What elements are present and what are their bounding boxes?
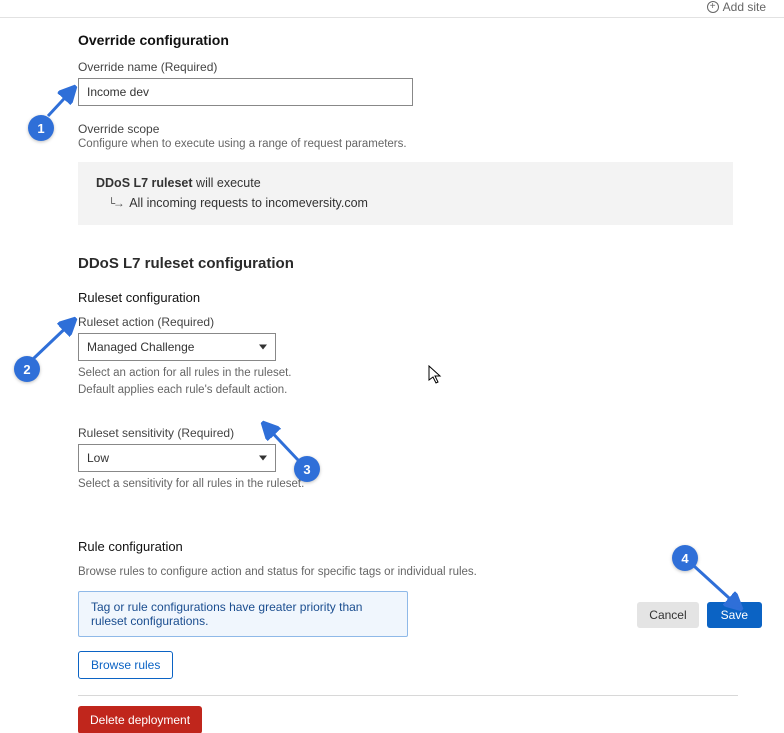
ruleset-sensitivity-label: Ruleset sensitivity (Required): [78, 426, 748, 440]
override-section-title: Override configuration: [78, 32, 748, 48]
divider: [78, 695, 738, 696]
top-divider: [0, 0, 784, 18]
delete-deployment-button[interactable]: Delete deployment: [78, 706, 202, 733]
browse-rules-button[interactable]: Browse rules: [78, 651, 173, 679]
execution-ruleset-name: DDoS L7 ruleset: [96, 176, 193, 190]
ruleset-action-value: Managed Challenge: [87, 340, 194, 354]
override-name-input[interactable]: [78, 78, 413, 106]
ruleset-sensitivity-value: Low: [87, 451, 109, 465]
rule-config-heading: Rule configuration: [78, 539, 748, 554]
execution-requests-text: All incoming requests to incomeversity.c…: [129, 196, 368, 210]
override-name-label: Override name (Required): [78, 60, 748, 74]
ruleset-action-help2: Default applies each rule's default acti…: [78, 382, 748, 399]
annotation-arrow-1: [42, 82, 82, 122]
annotation-arrow-3: [258, 420, 304, 464]
annotation-arrow-2: [28, 316, 80, 364]
add-site-label: Add site: [723, 0, 766, 14]
ruleset-action-help1: Select an action for all rules in the ru…: [78, 365, 748, 382]
rule-config-help: Browse rules to configure action and sta…: [78, 564, 748, 581]
execution-summary-box: DDoS L7 ruleset will execute └→ All inco…: [78, 162, 733, 225]
execution-ruleset-suffix: will execute: [193, 176, 261, 190]
caret-down-icon: [259, 345, 267, 350]
ruleset-sensitivity-select[interactable]: Low: [78, 444, 276, 472]
priority-info-banner: Tag or rule configurations have greater …: [78, 591, 408, 637]
add-site-link[interactable]: + Add site: [707, 0, 766, 14]
ruleset-sensitivity-help: Select a sensitivity for all rules in th…: [78, 476, 748, 493]
ruleset-config-heading: Ruleset configuration: [78, 290, 748, 305]
execution-ruleset-line: DDoS L7 ruleset will execute: [96, 176, 715, 190]
override-scope-help: Configure when to execute using a range …: [78, 138, 748, 150]
execution-requests-line: └→ All incoming requests to incomeversit…: [96, 196, 715, 211]
ruleset-config-title: DDoS L7 ruleset configuration: [78, 255, 748, 272]
plus-circle-icon: +: [707, 1, 719, 13]
override-scope-label: Override scope: [78, 122, 748, 136]
annotation-arrow-4: [690, 562, 750, 616]
ruleset-action-select[interactable]: Managed Challenge: [78, 333, 276, 361]
sub-arrow-icon: └→: [108, 197, 122, 211]
ruleset-action-label: Ruleset action (Required): [78, 315, 748, 329]
